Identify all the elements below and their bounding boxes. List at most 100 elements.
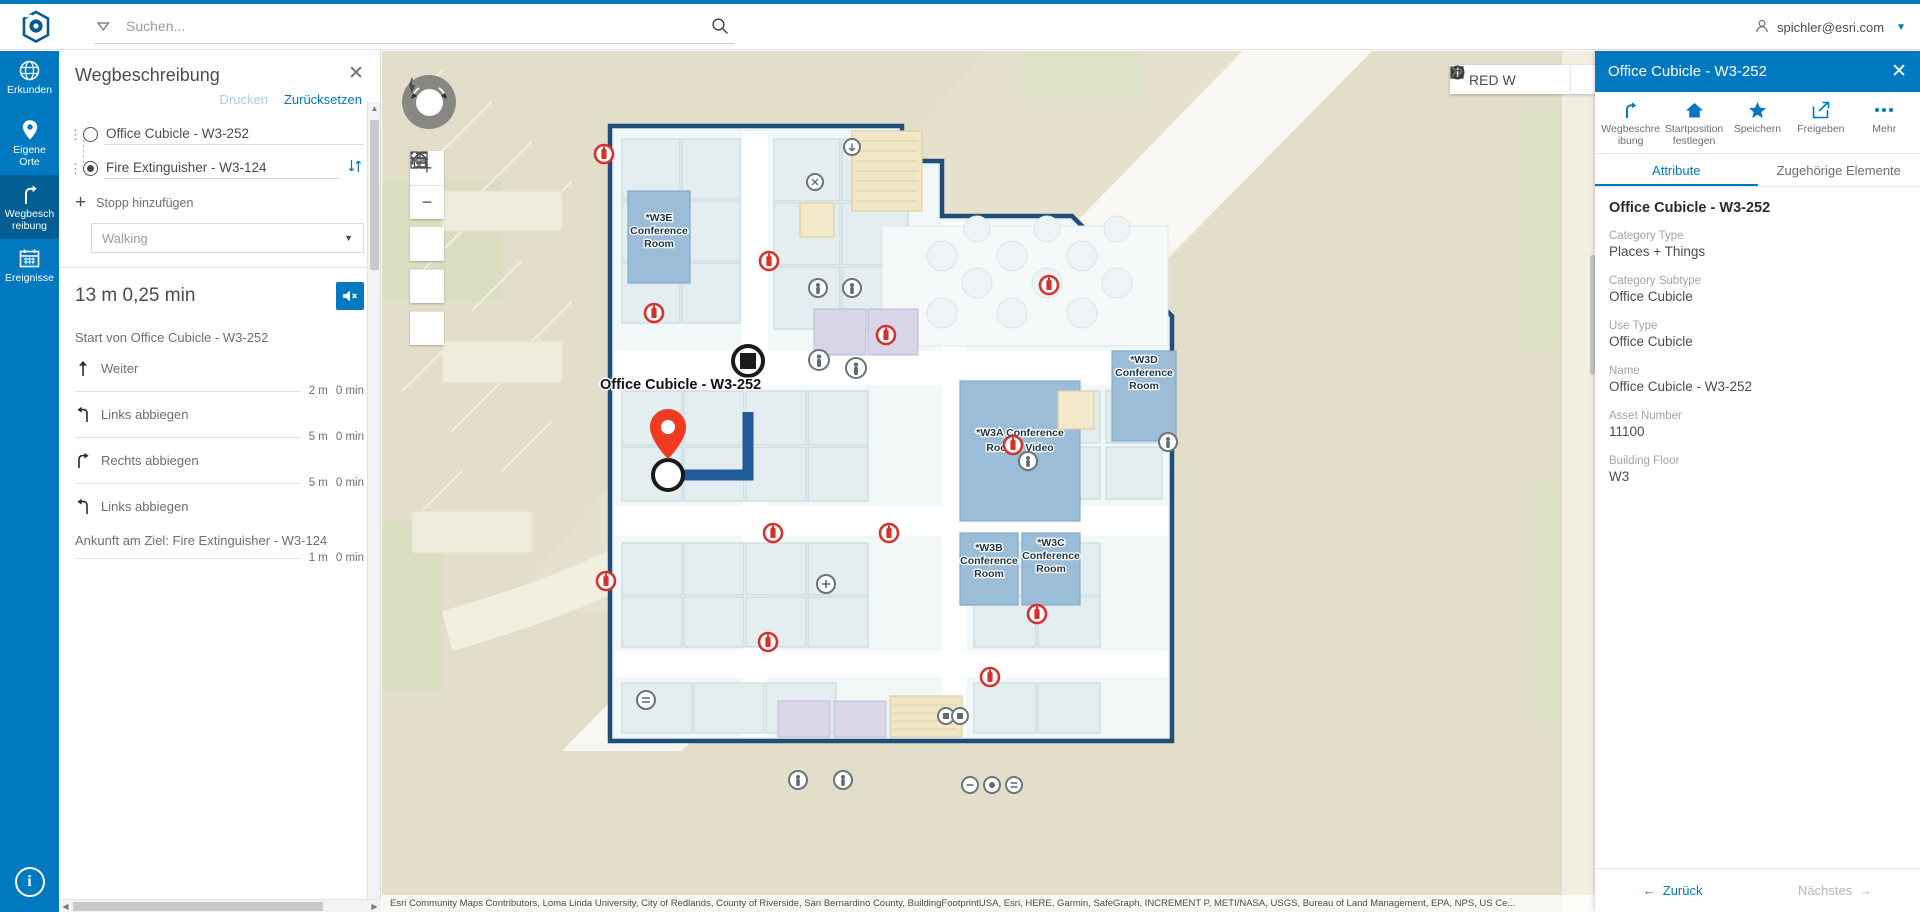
sidebar-item-erkunden[interactable]: Erkunden [0, 51, 59, 111]
save-tool-button[interactable]: Speichern [1727, 100, 1787, 135]
travel-mode-wrap: Walking ▼ [59, 211, 380, 267]
svg-text:Conference: Conference [960, 555, 1018, 567]
drag-handle-icon[interactable]: ⋮ [69, 130, 77, 139]
feature-panel-toolbar: Wegbeschreibung Startposition festlegen … [1595, 92, 1920, 154]
step-distance: 2 m [309, 385, 328, 397]
step-row[interactable]: Rechts abbiegen [75, 443, 364, 477]
app-root: spichler@esri.com ▼ Erkunden Eigene Orte… [0, 0, 1920, 912]
attribute-value: Places + Things [1609, 244, 1906, 259]
set-start-tool-button[interactable]: Startposition festlegen [1664, 100, 1724, 147]
next-feature-button: Nächstes → [1798, 883, 1872, 898]
feature-detail-panel: Office Cubicle - W3-252 ✕ Wegbeschreibun… [1595, 51, 1920, 912]
basemap-gallery-button[interactable] [410, 269, 444, 303]
scrollbar-thumb-horizontal[interactable] [73, 902, 323, 911]
feature-panel-title: Office Cubicle - W3-252 [1608, 63, 1767, 80]
more-tool-button[interactable]: Mehr [1854, 100, 1914, 135]
directions-tool-button[interactable]: Wegbeschreibung [1601, 100, 1661, 147]
search-filter-caret-icon[interactable] [94, 17, 112, 35]
svg-text:*W3A Conference: *W3A Conference [976, 427, 1064, 439]
attribute-key: Use Type [1609, 320, 1906, 332]
route-summary: 13 m 0,25 min [59, 267, 380, 320]
attribute-value: Office Cubicle [1609, 289, 1906, 304]
scroll-right-arrow-icon[interactable]: ▶ [368, 900, 381, 912]
scroll-up-arrow-icon[interactable]: ▲ [368, 102, 381, 115]
attribute-key: Category Subtype [1609, 275, 1906, 287]
tab-zugehoerige-elemente[interactable]: Zugehörige Elemente [1758, 154, 1920, 186]
step-distance: 5 m [309, 477, 328, 489]
origin-input[interactable] [104, 123, 364, 145]
directions-header: Wegbeschreibung ✕ [59, 51, 380, 86]
print-button[interactable]: Drucken [220, 92, 268, 107]
travel-mode-select[interactable]: Walking ▼ [91, 223, 364, 253]
drag-handle-icon[interactable]: ⋮ [69, 164, 77, 173]
step-time: 0 min [336, 431, 364, 443]
reset-button[interactable]: Zurücksetzen [284, 92, 362, 107]
svg-text:Room: Room [644, 238, 674, 250]
ellipsis-icon [1874, 100, 1894, 120]
compass-button[interactable] [402, 75, 456, 129]
directions-steps: Start von Office Cubicle - W3-252 Weiter… [59, 320, 380, 564]
tab-attribute[interactable]: Attribute [1595, 154, 1758, 186]
attribute-row: Name Office Cubicle - W3-252 [1609, 365, 1906, 394]
attribute-value: W3 [1609, 469, 1906, 484]
feature-attributes-body: Office Cubicle - W3-252 Category Type Pl… [1595, 187, 1920, 868]
attribute-value: Office Cubicle - W3-252 [1609, 379, 1906, 394]
turn-right-arrow-icon [1622, 100, 1639, 120]
attribute-row: Asset Number 11100 [1609, 410, 1906, 439]
sidebar-item-label: Erkunden [5, 85, 54, 97]
directions-actions: Drucken Zurücksetzen [59, 86, 380, 111]
floor-building-label: RED W [1469, 72, 1550, 88]
search-input[interactable] [126, 18, 706, 34]
svg-text:Room: Room [974, 568, 1004, 580]
turn-right-arrow-icon [20, 183, 40, 205]
feature-panel-footer: ← Zurück Nächstes → [1595, 868, 1920, 912]
step-row[interactable]: Weiter [75, 351, 364, 385]
step-label: Links abbiegen [101, 407, 188, 422]
directions-panel-scrollbar[interactable]: ▲ ▼ [367, 102, 380, 912]
close-icon[interactable]: ✕ [348, 65, 364, 83]
chevron-down-icon[interactable]: ▼ [1896, 22, 1906, 33]
step-distance: 5 m [309, 431, 328, 443]
step-destination-text: Ankunft am Ziel: Fire Extinguisher - W3-… [75, 523, 364, 552]
floor-building-select[interactable]: RED W [1450, 65, 1570, 94]
sidebar-item-wegbeschreibung[interactable]: Wegbeschreibung [0, 175, 59, 239]
attribute-row: Category Subtype Office Cubicle [1609, 275, 1906, 304]
step-separator: 1 m 0 min [75, 552, 364, 564]
previous-feature-button[interactable]: ← Zurück [1643, 883, 1703, 898]
legend-button[interactable] [410, 311, 444, 345]
directions-panel-hscrollbar[interactable]: ◀ ▶ [59, 899, 381, 912]
feature-panel-header: Office Cubicle - W3-252 ✕ [1595, 51, 1920, 92]
map-tool-buttons: + − [410, 151, 444, 345]
info-icon: i [15, 867, 45, 897]
close-icon[interactable]: ✕ [1891, 60, 1907, 83]
attribute-row: Category Type Places + Things [1609, 230, 1906, 259]
search-icon[interactable] [706, 12, 734, 40]
compass-rotate-arrows-icon [402, 75, 456, 129]
attribute-key: Asset Number [1609, 410, 1906, 422]
rail-info-button[interactable]: i [0, 852, 59, 912]
destination-input[interactable] [104, 157, 340, 179]
page-title: Wegbeschreibung [75, 65, 220, 86]
share-tool-button[interactable]: Freigeben [1791, 100, 1851, 135]
sidebar-item-eigene-orte[interactable]: Eigene Orte [0, 111, 59, 175]
svg-text:Conference: Conference [1115, 367, 1173, 379]
feature-heading: Office Cubicle - W3-252 [1609, 200, 1906, 216]
app-logo[interactable] [0, 4, 72, 50]
turn-right-icon [75, 451, 91, 469]
scrollbar-thumb[interactable] [370, 120, 379, 270]
zoom-out-button[interactable]: − [410, 185, 444, 219]
tool-label: Wegbeschreibung [1601, 123, 1661, 147]
sidebar-item-ereignisse[interactable]: Ereignisse [0, 239, 59, 299]
chevron-down-icon: ▼ [344, 233, 353, 243]
mute-speaker-icon[interactable] [336, 282, 364, 310]
step-row[interactable]: Links abbiegen [75, 489, 364, 523]
step-distance: 1 m [309, 552, 328, 564]
add-stop-button[interactable]: + Stopp hinzufügen [59, 185, 380, 211]
svg-text:Room: Room [1129, 380, 1159, 392]
step-row[interactable]: Links abbiegen [75, 397, 364, 431]
scroll-left-arrow-icon[interactable]: ◀ [59, 900, 72, 912]
home-button[interactable] [410, 227, 444, 261]
swap-stops-icon[interactable] [346, 158, 364, 178]
header-user-menu[interactable]: spichler@esri.com ▼ [1755, 4, 1906, 50]
left-nav-rail: Erkunden Eigene Orte Wegbeschreibung Ere… [0, 51, 59, 912]
